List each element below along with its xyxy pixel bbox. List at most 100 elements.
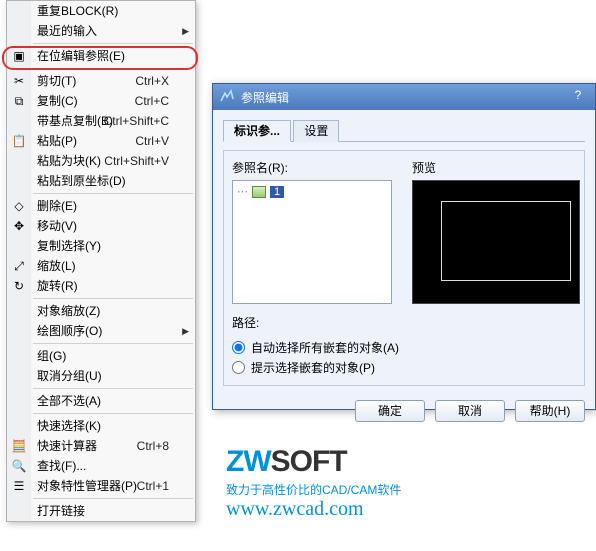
menu-item[interactable]: 绘图顺序(O) ▶ bbox=[7, 321, 195, 341]
menu-item[interactable]: 粘贴到原坐标(D) bbox=[7, 171, 195, 191]
brand-text: ZWSOFT bbox=[226, 445, 401, 479]
menu-item-label: 打开链接 bbox=[37, 501, 85, 521]
menu-item-label: 在位编辑参照(E) bbox=[37, 46, 125, 66]
menu-item[interactable]: 对象缩放(Z) bbox=[7, 301, 195, 321]
menu-shortcut: Ctrl+1 bbox=[137, 476, 169, 496]
move-icon: ✥ bbox=[11, 218, 27, 234]
ok-button[interactable]: 确定 bbox=[355, 400, 425, 422]
dialog-titlebar: 参照编辑 ? bbox=[213, 84, 595, 110]
tree-node-label: 1 bbox=[270, 186, 284, 198]
separator bbox=[33, 193, 193, 194]
help-button[interactable]: ? bbox=[567, 88, 589, 106]
menu-shortcut: Ctrl+Shift+C bbox=[104, 111, 169, 131]
radio-auto-input[interactable] bbox=[232, 341, 245, 354]
menu-item[interactable]: ▣ 在位编辑参照(E) bbox=[7, 46, 195, 66]
scissors-icon: ✂ bbox=[11, 73, 27, 89]
brand-url[interactable]: www.zwcad.com bbox=[226, 498, 401, 521]
block-icon bbox=[252, 186, 266, 198]
menu-item[interactable]: 快速选择(K) bbox=[7, 416, 195, 436]
calc-icon: 🧮 bbox=[11, 438, 27, 454]
menu-item-label: 带基点复制(B) bbox=[37, 111, 113, 131]
group-box: 参照名(R): ⋯ 1 预览 路径: bbox=[223, 150, 585, 386]
menu-item-label: 复制(C) bbox=[37, 91, 78, 111]
menu-item[interactable]: 📋 粘贴(P) Ctrl+V bbox=[7, 131, 195, 151]
menu-item-label: 最近的输入 bbox=[37, 21, 97, 41]
radio-auto-label: 自动选择所有嵌套的对象(A) bbox=[251, 339, 399, 356]
rotate-icon: ↻ bbox=[11, 278, 27, 294]
brand-soft: SOFT bbox=[271, 445, 347, 478]
paste-icon: 📋 bbox=[11, 133, 27, 149]
refedit-icon: ▣ bbox=[11, 48, 27, 64]
separator bbox=[33, 343, 193, 344]
scale-icon: ⤢ bbox=[11, 258, 27, 274]
menu-item[interactable]: 打开链接 bbox=[7, 501, 195, 521]
menu-item[interactable]: ◇ 删除(E) bbox=[7, 196, 195, 216]
dialog-title: 参照编辑 bbox=[241, 89, 289, 106]
menu-item-label: 粘贴(P) bbox=[37, 131, 77, 151]
separator bbox=[33, 388, 193, 389]
separator bbox=[33, 43, 193, 44]
menu-item[interactable]: 粘贴为块(K)Ctrl+Shift+V bbox=[7, 151, 195, 171]
find-icon: 🔍 bbox=[11, 458, 27, 474]
tab-settings[interactable]: 设置 bbox=[293, 120, 339, 142]
radio-prompt-input[interactable] bbox=[232, 361, 245, 374]
menu-item[interactable]: ↻ 旋转(R) bbox=[7, 276, 195, 296]
menu-shortcut: Ctrl+X bbox=[135, 71, 169, 91]
menu-item[interactable]: ☰ 对象特性管理器(P)Ctrl+1 bbox=[7, 476, 195, 496]
separator bbox=[33, 498, 193, 499]
copy-icon: ⧉ bbox=[11, 93, 27, 109]
menu-item-label: 重复BLOCK(R) bbox=[37, 1, 118, 21]
preview-label: 预览 bbox=[412, 159, 580, 176]
menu-item-label: 复制选择(Y) bbox=[37, 236, 101, 256]
tree-node[interactable]: ⋯ 1 bbox=[237, 185, 387, 198]
eraser-icon: ◇ bbox=[11, 198, 27, 214]
menu-item[interactable]: 🧮 快速计算器 Ctrl+8 bbox=[7, 436, 195, 456]
submenu-arrow-icon: ▶ bbox=[182, 321, 189, 341]
separator bbox=[33, 298, 193, 299]
menu-item-label: 剪切(T) bbox=[37, 71, 76, 91]
menu-item-label: 删除(E) bbox=[37, 196, 77, 216]
menu-item[interactable]: ⧉ 复制(C) Ctrl+C bbox=[7, 91, 195, 111]
menu-item-label: 对象特性管理器(P) bbox=[37, 476, 137, 496]
menu-item[interactable]: ⤢ 缩放(L) bbox=[7, 256, 195, 276]
menu-shortcut: Ctrl+C bbox=[135, 91, 169, 111]
menu-item[interactable]: 带基点复制(B)Ctrl+Shift+C bbox=[7, 111, 195, 131]
menu-item-label: 绘图顺序(O) bbox=[37, 321, 102, 341]
tab-identify[interactable]: 标识参... bbox=[223, 120, 291, 142]
cancel-button[interactable]: 取消 bbox=[435, 400, 505, 422]
reference-tree[interactable]: ⋯ 1 bbox=[232, 180, 392, 304]
menu-item-label: 粘贴为块(K) bbox=[37, 151, 101, 171]
menu-item[interactable]: ✂ 剪切(T) Ctrl+X bbox=[7, 71, 195, 91]
path-label: 路径: bbox=[232, 314, 576, 331]
brand-tagline: 致力于高性价比的CAD/CAM软件 bbox=[226, 481, 401, 498]
menu-item[interactable]: 组(G) bbox=[7, 346, 195, 366]
reference-edit-dialog: 参照编辑 ? 标识参... 设置 参照名(R): ⋯ 1 bbox=[212, 83, 596, 410]
menu-item[interactable]: 取消分组(U) bbox=[7, 366, 195, 386]
menu-item-label: 组(G) bbox=[37, 346, 66, 366]
menu-item-label: 查找(F)... bbox=[37, 456, 86, 476]
menu-item-label: 全部不选(A) bbox=[37, 391, 101, 411]
menu-item[interactable]: 最近的输入 ▶ bbox=[7, 21, 195, 41]
menu-item[interactable]: ✥移动(V) bbox=[7, 216, 195, 236]
brand-zw: ZW bbox=[226, 445, 271, 478]
menu-item-label: 旋转(R) bbox=[37, 276, 78, 296]
menu-shortcut: Ctrl+8 bbox=[137, 436, 169, 456]
dialog-buttons: 确定 取消 帮助(H) bbox=[213, 392, 595, 430]
menu-item[interactable]: 重复BLOCK(R) bbox=[7, 1, 195, 21]
menu-shortcut: Ctrl+V bbox=[135, 131, 169, 151]
submenu-arrow-icon: ▶ bbox=[182, 21, 189, 41]
menu-item[interactable]: 🔍 查找(F)... bbox=[7, 456, 195, 476]
menu-item-label: 取消分组(U) bbox=[37, 366, 102, 386]
logo-block: ZWSOFT 致力于高性价比的CAD/CAM软件 www.zwcad.com bbox=[226, 445, 401, 521]
menu-item-label: 缩放(L) bbox=[37, 256, 76, 276]
app-icon bbox=[219, 89, 235, 105]
menu-item[interactable]: 全部不选(A) bbox=[7, 391, 195, 411]
menu-item[interactable]: 复制选择(Y) bbox=[7, 236, 195, 256]
refname-label: 参照名(R): bbox=[232, 159, 392, 176]
menu-item-label: 快速计算器 bbox=[37, 436, 97, 456]
radio-prompt-nested[interactable]: 提示选择嵌套的对象(P) bbox=[232, 357, 576, 377]
preview-rect bbox=[441, 201, 571, 281]
radio-auto-nested[interactable]: 自动选择所有嵌套的对象(A) bbox=[232, 337, 576, 357]
help-button-footer[interactable]: 帮助(H) bbox=[515, 400, 585, 422]
props-icon: ☰ bbox=[11, 478, 27, 494]
